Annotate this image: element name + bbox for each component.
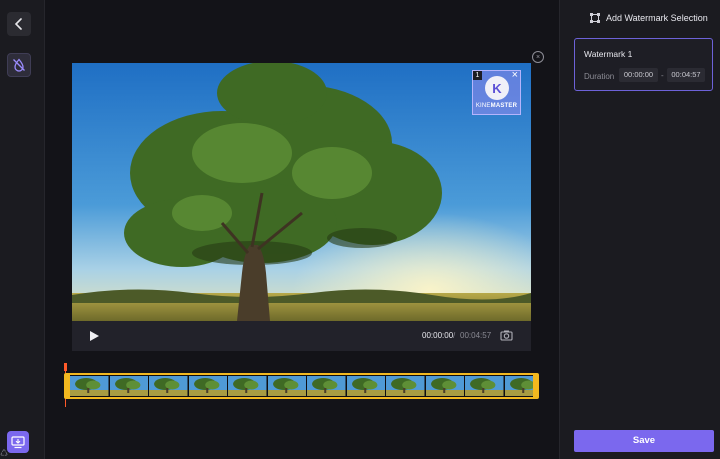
timeline-thumbnail [346, 376, 385, 396]
logo-text-part1: KINE [475, 103, 491, 109]
thumbnail-strip [70, 376, 537, 396]
logo-letter: K [492, 80, 502, 96]
watermark-selection-box[interactable]: 1 × K KINEMASTER [472, 69, 521, 115]
time-separator: / [453, 331, 456, 340]
play-icon[interactable] [88, 330, 100, 342]
selection-frame-icon [590, 13, 600, 23]
timeline-thumbnail [267, 376, 306, 396]
timeline-thumbnail [109, 376, 148, 396]
watermark-logo-text: KINEMASTER [473, 103, 520, 109]
timeline-thumbnail [425, 376, 464, 396]
remove-selection-icon[interactable]: × [512, 69, 518, 81]
watermark-erase-icon [13, 58, 25, 72]
duration-end-field[interactable]: 00:04:57 [667, 68, 705, 82]
close-icon: × [535, 53, 541, 61]
duration-label: Duration [584, 72, 615, 81]
export-button[interactable] [7, 431, 29, 453]
timeline-thumbnail [149, 376, 188, 396]
corner-glyph: ♺ [0, 448, 9, 458]
back-button[interactable] [7, 12, 31, 36]
add-selection-label: Add Watermark Selection [606, 13, 708, 23]
video-frame-image [72, 63, 531, 321]
timeline-track[interactable] [64, 373, 539, 399]
video-preview[interactable] [72, 63, 531, 321]
left-toolbar: ♺ [0, 0, 45, 459]
close-preview-button[interactable]: × [532, 51, 544, 63]
current-time: 00:00:00 [422, 331, 454, 340]
kinemaster-logo-icon: K [485, 76, 509, 100]
timeline-thumbnail [386, 376, 425, 396]
save-button[interactable]: Save [574, 430, 714, 452]
selection-index: 1 [473, 71, 482, 80]
camera-icon[interactable] [500, 329, 513, 342]
chevron-left-icon [14, 18, 22, 30]
timeline-thumbnail [465, 376, 504, 396]
logo-text-part2: MASTER [490, 103, 518, 109]
watermark-tool-button[interactable] [7, 53, 31, 77]
add-watermark-selection-button[interactable]: Add Watermark Selection [590, 13, 708, 23]
duration-dash: - [661, 71, 664, 80]
timeline-thumbnail [70, 376, 109, 396]
timeline-thumbnail [188, 376, 227, 396]
export-monitor-icon [11, 435, 25, 448]
watermark-title: Watermark 1 [584, 49, 633, 59]
duration-start-field[interactable]: 00:00:00 [619, 68, 658, 82]
total-time: 00:04:57 [460, 331, 492, 340]
player-controls: 00:00:00 / 00:04:57 [72, 321, 531, 351]
watermark-panel: Add Watermark Selection Watermark 1 Dura… [559, 0, 720, 459]
watermark-card[interactable]: Watermark 1 Duration 00:00:00 - 00:04:57 [574, 38, 713, 91]
trim-handle-right[interactable] [533, 375, 537, 397]
timeline-thumbnail [307, 376, 346, 396]
timeline-thumbnail [228, 376, 267, 396]
